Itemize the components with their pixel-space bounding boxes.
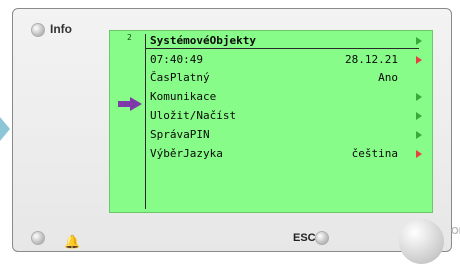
esc-label: ESC (293, 232, 316, 244)
menu-row-language[interactable]: VýběrJazyka čeština (150, 146, 430, 161)
bell-icon: 🔔 (64, 234, 81, 249)
arrow-right-icon[interactable] (416, 112, 422, 120)
ok-label: OK (451, 226, 460, 237)
menu-title: SystémovéObjekty (150, 34, 256, 47)
esc-button[interactable] (315, 231, 329, 245)
device-panel: Info 🔔 ESC OK 2 SystémovéObjekty 07:40:4… (12, 8, 460, 264)
menu-row-datetime[interactable]: 07:40:49 28.12.21 (150, 52, 430, 67)
language-label: VýběrJazyka (150, 147, 223, 160)
menu-row-time-valid[interactable]: ČasPlatný Ano (150, 70, 430, 85)
pin-label: SprávaPIN (150, 128, 210, 141)
screen-divider-vertical (145, 34, 146, 209)
save-load-label: Uložit/Načíst (150, 109, 237, 122)
date-value: 28.12.21 (345, 53, 398, 66)
menu-row-communication[interactable]: Komunikace (150, 89, 430, 104)
page-number: 2 (127, 33, 132, 42)
menu-row-title: SystémovéObjekty (150, 33, 430, 48)
menu-row-pin[interactable]: SprávaPIN (150, 127, 430, 142)
screen-divider-horizontal (145, 48, 419, 49)
side-pointer-icon (0, 117, 10, 141)
arrow-right-icon[interactable] (416, 150, 422, 158)
info-led-icon (31, 23, 45, 37)
arrow-right-icon[interactable] (416, 37, 422, 45)
time-valid-label: ČasPlatný (150, 71, 210, 84)
bell-led-icon (31, 231, 45, 245)
cursor-arrow-icon (118, 97, 142, 111)
menu-row-save-load[interactable]: Uložit/Načíst (150, 108, 430, 123)
lcd-screen: 2 SystémovéObjekty 07:40:49 28.12.21 Čas… (109, 30, 433, 213)
ok-knob-button[interactable] (399, 219, 444, 264)
time-valid-value: Ano (378, 71, 398, 84)
arrow-right-icon[interactable] (416, 131, 422, 139)
arrow-right-icon[interactable] (416, 56, 422, 64)
time-value: 07:40:49 (150, 53, 203, 66)
info-label: Info (50, 22, 72, 36)
communication-label: Komunikace (150, 90, 217, 103)
arrow-right-icon[interactable] (416, 93, 422, 101)
language-value: čeština (351, 147, 398, 160)
